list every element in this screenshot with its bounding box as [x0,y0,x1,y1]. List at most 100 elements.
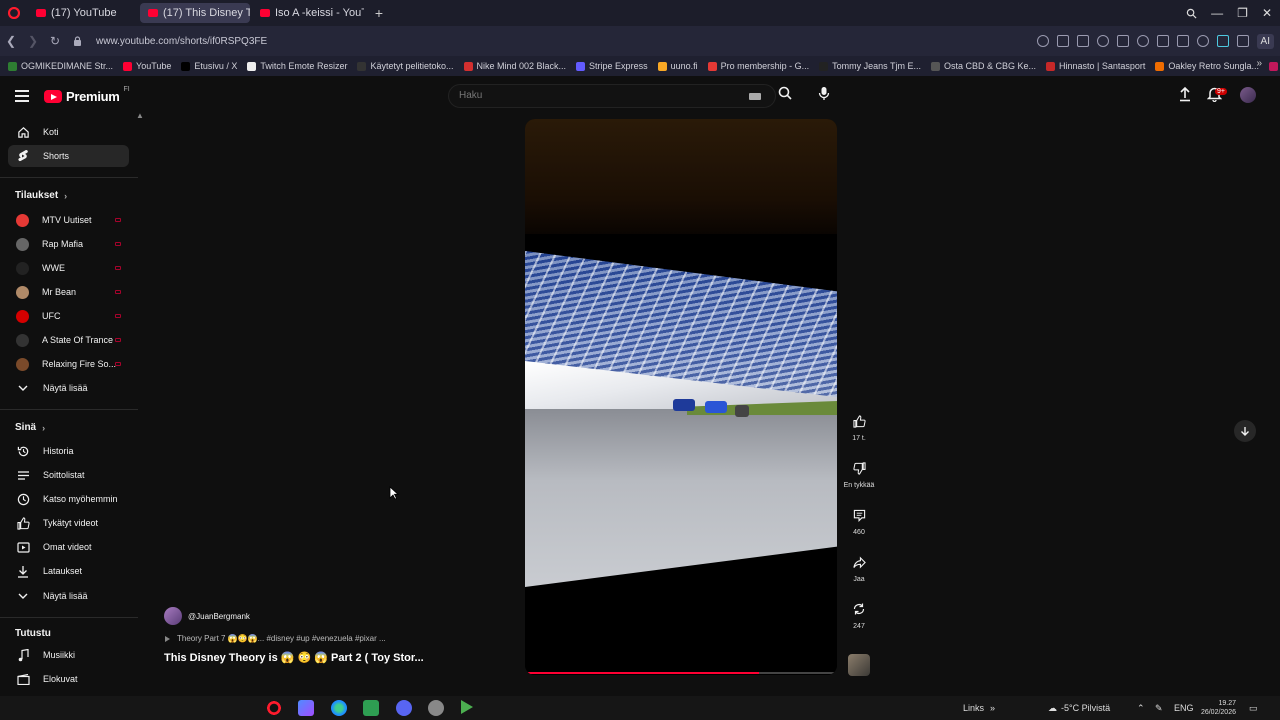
forward-icon[interactable]: ❯ [22,26,44,56]
easy-setup-icon[interactable] [1176,35,1189,47]
bookmark-item[interactable]: TVkaista - Sub Suora [1268,61,1280,71]
bookmark-item[interactable]: Käytetyt pelitietoko... [357,61,454,71]
short-description[interactable]: Theory Part 7 😱😳😱... #disney #up #venezu… [164,634,386,643]
like-button[interactable]: 17 t. [840,410,878,442]
tab-disney-theory[interactable]: (17) This Disney Theo [140,3,250,23]
copilot-taskbar-icon[interactable] [298,700,314,716]
channel-avatar-icon [16,261,29,275]
bookmark-item[interactable]: OGMIKEDIMANE Str... [8,61,113,71]
sidebar-item-elokuvat[interactable]: Elokuvat [8,668,129,690]
bookmark-item[interactable]: Tommy Jeans Tjm E... [819,61,921,71]
close-window-button[interactable]: ✕ [1262,6,1272,20]
bookmark-item[interactable]: Stripe Express [576,61,648,71]
sidebar-item-watch-later[interactable]: Katso myöhemmin [8,488,129,510]
dislike-button[interactable]: En tykkää [840,457,878,489]
pen-icon[interactable]: ✎ [1155,696,1163,720]
sound-thumbnail[interactable] [848,654,870,676]
youtube-premium-logo[interactable]: Premium FI [44,86,130,104]
sidebar-subscription-item[interactable]: MTV Uutiset [8,209,129,231]
share-button[interactable]: Jaa [840,551,878,583]
bookmark-item[interactable]: Pro membership - G... [707,61,809,71]
sidebar-item-liked[interactable]: Tykätyt videot [8,512,129,534]
play-taskbar-icon[interactable] [461,700,473,714]
edge-taskbar-icon[interactable] [331,700,347,716]
account-avatar[interactable] [1240,87,1256,103]
sidebar-subscription-item[interactable]: Mr Bean [8,281,129,303]
profile-icon[interactable] [1196,35,1209,47]
bookmark-favicon-icon [1268,61,1278,71]
extension-icon[interactable] [1216,35,1229,47]
spotify-taskbar-icon[interactable] [363,700,379,716]
clock[interactable]: 19.27 26/02/2026 [1201,699,1236,717]
keyboard-icon[interactable] [749,93,761,100]
you-header[interactable]: Sinä › [15,422,45,433]
you-show-more[interactable]: Näytä lisää [8,585,129,607]
url-field[interactable]: www.youtube.com/shorts/if0RSPQ3FE [96,36,267,47]
links-toolbar[interactable]: Links » [963,696,995,720]
bookmark-item[interactable]: Nike Mind 002 Black... [463,61,566,71]
player-icon[interactable] [1116,35,1129,47]
video-progress-fill [525,672,759,674]
subscriptions-show-more[interactable]: Näytä lisää [8,377,129,399]
menu-icon[interactable] [15,90,29,105]
tab-iso-a-keissi[interactable]: Iso A -keissi - YouTube [252,3,364,23]
reload-icon[interactable]: ↻ [44,26,66,56]
search-button[interactable] [778,86,792,100]
channel-name[interactable]: @JuanBergmank [188,612,250,621]
remix-button[interactable]: 247 [840,598,878,630]
voice-search-button[interactable] [818,86,830,101]
sidebar-item-musiikki[interactable]: Musiikki [8,644,129,666]
search-tabs-icon[interactable] [1186,8,1197,19]
minimize-button[interactable]: — [1211,6,1223,20]
short-title[interactable]: This Disney Theory is 😱 😳 😱 Part 2 ( Toy… [164,651,424,664]
heart-icon[interactable] [1136,35,1149,47]
sidebar-item-history[interactable]: Historia [8,440,129,462]
bookmark-item[interactable]: Hinnasto | Santasport [1046,61,1145,71]
video-progress-bar[interactable] [525,672,837,674]
discord-taskbar-icon[interactable] [396,700,412,716]
channel-info[interactable]: @JuanBergmank [164,607,250,625]
channel-avatar[interactable] [164,607,182,625]
sidebar-subscription-item[interactable]: A State Of Trance [8,329,129,351]
bookmark-item[interactable]: YouTube [123,61,171,71]
aria-ai-button[interactable]: AI [1256,33,1274,49]
notifications-icon[interactable]: ▭ [1249,696,1258,720]
sidebar-subscription-item[interactable]: Relaxing Fire So... [8,353,129,375]
weather-widget[interactable]: ☁ -5°C Pilvistä [1048,696,1110,720]
tab-youtube[interactable]: (17) YouTube [28,3,138,23]
sidebar-item-koti[interactable]: Koti [8,121,129,143]
sidebar-subscription-item[interactable]: Rap Mafia [8,233,129,255]
sidebar-subscription-item[interactable]: UFC [8,305,129,327]
cube-icon[interactable] [1236,35,1249,47]
language-indicator[interactable]: ENG [1174,696,1194,720]
download-icon[interactable] [1156,35,1169,47]
maximize-button[interactable]: ❐ [1237,6,1248,20]
edit-icon[interactable] [1056,35,1069,47]
camera-icon[interactable] [1076,35,1089,47]
subscriptions-header[interactable]: Tilaukset › [15,190,67,201]
upload-button[interactable] [1178,86,1192,102]
sidebar-subscription-item[interactable]: WWE [8,257,129,279]
next-short-button[interactable] [1234,420,1256,442]
bookmark-item[interactable]: Etusivu / X [181,61,237,71]
comments-button[interactable]: 460 [840,504,878,536]
opera-logo-icon[interactable] [0,0,28,26]
bookmark-item[interactable]: Oakley Retro Sungla... [1155,61,1259,71]
bookmark-item[interactable]: Twitch Emote Resizer [247,61,347,71]
search-input[interactable]: Haku [448,84,776,108]
back-icon[interactable]: ❮ [0,26,22,56]
opera-taskbar-icon[interactable] [266,700,282,716]
vpn-icon[interactable] [1096,35,1109,47]
zoom-icon[interactable] [1036,35,1049,47]
new-tab-button[interactable]: + [370,4,388,22]
sidebar-item-shorts[interactable]: Shorts [8,145,129,167]
app-taskbar-icon[interactable] [428,700,444,716]
bookmark-item[interactable]: Osta CBD & CBG Ke... [931,61,1036,71]
sidebar-item-downloads[interactable]: Lataukset [8,560,129,582]
tray-chevron-icon[interactable]: ⌃ [1137,696,1145,720]
sidebar-item-your-videos[interactable]: Omat videot [8,536,129,558]
short-video-player[interactable] [525,119,837,675]
bookmark-item[interactable]: uuno.fi [657,61,698,71]
bookmarks-more-icon[interactable]: » [1256,58,1262,69]
sidebar-item-playlists[interactable]: Soittolistat [8,464,129,486]
